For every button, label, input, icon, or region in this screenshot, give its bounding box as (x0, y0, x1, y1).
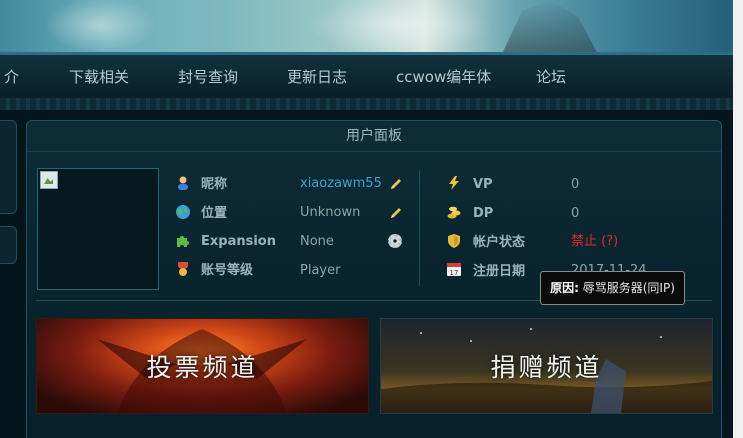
header-banner (0, 0, 733, 56)
nickname-label: 昵称 (201, 177, 228, 192)
coins-icon (447, 206, 461, 219)
shield-icon (448, 234, 460, 248)
svg-text:17: 17 (450, 269, 459, 277)
rank-badge-icon (178, 262, 188, 276)
banner-decoration (300, 0, 500, 56)
left-sidebar-panel (0, 120, 17, 214)
register-date-label: 注册日期 (473, 264, 526, 279)
account-level-label: 账号等级 (201, 263, 254, 278)
gear-icon[interactable] (388, 234, 402, 248)
user-icon (178, 176, 188, 190)
nav-item-ban-lookup[interactable]: 封号查询 (178, 66, 238, 87)
location-label: 位置 (201, 206, 228, 221)
donate-channel-label: 捐赠频道 (490, 353, 603, 382)
page-scrollbar[interactable] (733, 0, 743, 438)
nickname-value: xiaozawm55 (300, 176, 382, 191)
main-nav: 介 下载相关 封号查询 更新日志 ccwow编年体 论坛 (0, 52, 733, 102)
nav-divider-band (0, 98, 733, 110)
broken-image-icon (40, 171, 58, 189)
column-divider (419, 170, 420, 286)
dp-label: DP (473, 206, 494, 221)
banner-decoration (40, 0, 160, 56)
expansion-label: Expansion (201, 234, 276, 249)
globe-icon (176, 205, 190, 219)
page-frame: 介 下载相关 封号查询 更新日志 ccwow编年体 论坛 用户面板 昵称 xia… (0, 0, 733, 438)
edit-pencil-icon[interactable] (389, 177, 403, 191)
panel-title: 用户面板 (27, 121, 721, 152)
edit-pencil-icon[interactable] (389, 206, 403, 220)
location-value: Unknown (300, 205, 361, 220)
vp-value: 0 (571, 177, 580, 192)
account-level-value: Player (300, 263, 341, 278)
nav-item-intro[interactable]: 介 (4, 66, 19, 87)
nav-item-downloads[interactable]: 下载相关 (69, 66, 129, 87)
avatar (37, 168, 159, 290)
nav-item-changelog[interactable]: 更新日志 (287, 66, 347, 87)
expansion-value: None (300, 234, 334, 249)
puzzle-icon (177, 236, 189, 247)
donate-channel-banner[interactable]: 捐赠频道 (380, 318, 713, 414)
tooltip-text: 辱骂服务器(同IP) (582, 281, 675, 295)
status-reason-tooltip: 原因: 辱骂服务器(同IP) (540, 271, 685, 305)
account-status-label: 帐户状态 (473, 235, 526, 250)
vote-channel-label: 投票频道 (146, 353, 259, 382)
calendar-icon: 17 (447, 263, 461, 277)
lightning-icon (449, 176, 459, 190)
left-sidebar-panel (0, 226, 17, 264)
dp-value: 0 (571, 206, 580, 221)
vp-label: VP (473, 177, 493, 192)
tooltip-prefix: 原因: (550, 281, 579, 295)
nav-item-forum[interactable]: 论坛 (536, 66, 566, 87)
account-status-value[interactable]: 禁止 (?) (571, 232, 618, 252)
nav-item-chronicle[interactable]: ccwow编年体 (396, 66, 491, 87)
vote-channel-banner[interactable]: 投票频道 (36, 318, 369, 414)
